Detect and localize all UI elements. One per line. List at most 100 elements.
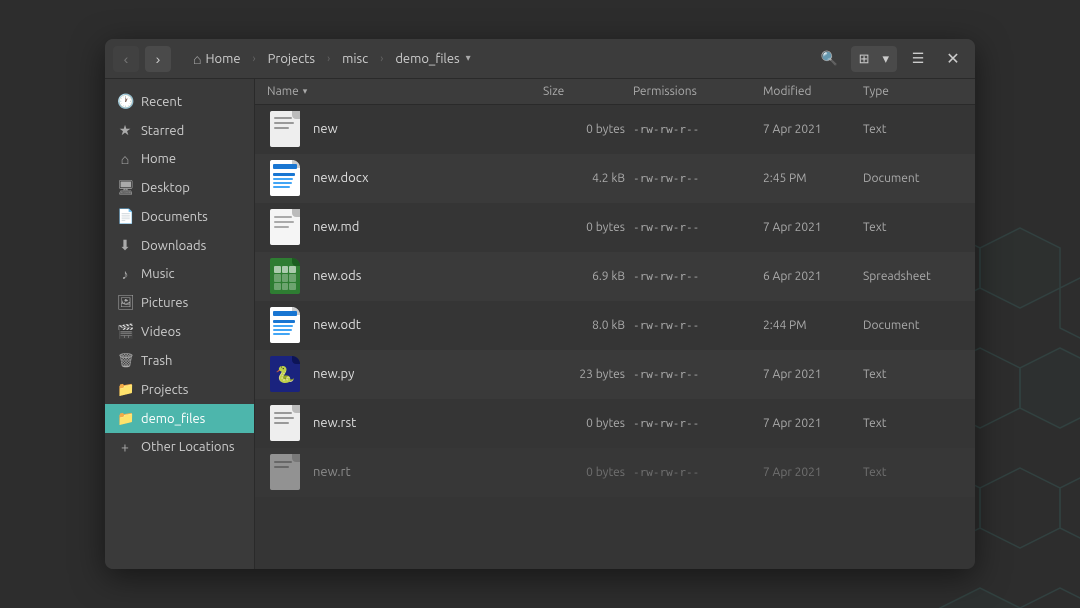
demo-files-icon: 📁	[117, 410, 133, 427]
desktop-icon: 🖥	[117, 179, 133, 196]
back-button[interactable]: ‹	[113, 46, 139, 72]
file-permissions: -rw-rw-r--	[633, 123, 763, 136]
breadcrumb-dropdown-button[interactable]: ▾	[464, 51, 473, 66]
file-name-cell: new	[267, 109, 543, 149]
sidebar-item-trash[interactable]: 🗑 Trash	[105, 346, 254, 375]
sidebar-item-pictures[interactable]: 🖼 Pictures	[105, 288, 254, 317]
breadcrumb-projects[interactable]: Projects	[260, 49, 323, 69]
file-icon-rst2	[267, 452, 303, 492]
file-icon-txt	[267, 109, 303, 149]
table-row[interactable]: new.rt 0 bytes -rw-rw-r-- 7 Apr 2021 Tex…	[255, 448, 975, 497]
table-row[interactable]: new.docx 4.2 kB -rw-rw-r-- 2:45 PM Docum…	[255, 154, 975, 203]
starred-icon: ★	[117, 122, 133, 139]
breadcrumb-misc[interactable]: misc	[334, 49, 376, 69]
grid-view-button[interactable]: ⊞	[853, 48, 876, 70]
file-icon-py: 🐍	[267, 354, 303, 394]
python-icon: 🐍	[275, 365, 295, 384]
close-button[interactable]: ✕	[939, 45, 967, 73]
sidebar-item-recent[interactable]: 🕐 Recent	[105, 87, 254, 116]
file-type: Text	[863, 221, 963, 234]
file-size: 8.0 kB	[543, 319, 633, 332]
file-size: 0 bytes	[543, 466, 633, 479]
sidebar-item-label: Downloads	[141, 239, 206, 253]
home-icon: ⌂	[193, 51, 201, 67]
file-modified: 7 Apr 2021	[763, 368, 863, 381]
table-row[interactable]: new.odt 8.0 kB -rw-rw-r-- 2:44 PM Docume…	[255, 301, 975, 350]
file-area: Name ▾ Size Permissions Modified Type	[255, 79, 975, 569]
file-name: new	[313, 122, 338, 136]
sidebar-item-label: Desktop	[141, 181, 190, 195]
header-type[interactable]: Type	[863, 85, 963, 98]
file-table-header: Name ▾ Size Permissions Modified Type	[255, 79, 975, 105]
sidebar-item-label: Documents	[141, 210, 208, 224]
sidebar-item-videos[interactable]: 🎬 Videos	[105, 317, 254, 346]
breadcrumb-sep-3: ›	[380, 53, 383, 65]
sidebar-item-label: Other Locations	[141, 440, 235, 454]
breadcrumb-home-label: Home	[205, 52, 240, 66]
table-row[interactable]: new.rst 0 bytes -rw-rw-r-- 7 Apr 2021 Te…	[255, 399, 975, 448]
table-row[interactable]: new.md 0 bytes -rw-rw-r-- 7 Apr 2021 Tex…	[255, 203, 975, 252]
videos-icon: 🎬	[117, 323, 133, 340]
file-name: new.py	[313, 367, 354, 381]
search-icon: 🔍	[821, 50, 838, 67]
file-name: new.md	[313, 220, 359, 234]
header-modified[interactable]: Modified	[763, 85, 863, 98]
breadcrumb-projects-label: Projects	[268, 52, 315, 66]
file-icon-odt	[267, 305, 303, 345]
file-name: new.ods	[313, 269, 361, 283]
file-manager-window: ‹ › ⌂ Home › Projects › misc › demo_file…	[105, 39, 975, 569]
header-size[interactable]: Size	[543, 85, 633, 98]
file-type: Spreadsheet	[863, 270, 963, 283]
table-row[interactable]: 🐍 new.py 23 bytes -rw-rw-r-- 7 Apr 2021 …	[255, 350, 975, 399]
file-modified: 2:45 PM	[763, 172, 863, 185]
file-permissions: -rw-rw-r--	[633, 417, 763, 430]
breadcrumb-sep-1: ›	[253, 53, 256, 65]
table-row[interactable]: new 0 bytes -rw-rw-r-- 7 Apr 2021 Text	[255, 105, 975, 154]
header-name[interactable]: Name ▾	[267, 85, 543, 98]
sidebar-item-downloads[interactable]: ⬇ Downloads	[105, 231, 254, 260]
sidebar-item-label: Trash	[141, 354, 172, 368]
breadcrumb-sep-2: ›	[327, 53, 330, 65]
file-modified: 6 Apr 2021	[763, 270, 863, 283]
hamburger-menu-button[interactable]: ☰	[903, 45, 933, 73]
file-modified: 7 Apr 2021	[763, 417, 863, 430]
forward-button[interactable]: ›	[145, 46, 171, 72]
sidebar-item-projects[interactable]: 📁 Projects	[105, 375, 254, 404]
file-list: new 0 bytes -rw-rw-r-- 7 Apr 2021 Text	[255, 105, 975, 569]
file-size: 0 bytes	[543, 417, 633, 430]
sidebar-item-music[interactable]: ♪ Music	[105, 260, 254, 288]
file-permissions: -rw-rw-r--	[633, 172, 763, 185]
sidebar-item-documents[interactable]: 📄 Documents	[105, 202, 254, 231]
sidebar-item-home[interactable]: ⌂ Home	[105, 145, 254, 173]
breadcrumb-demo-files-label: demo_files	[395, 52, 459, 66]
file-permissions: -rw-rw-r--	[633, 319, 763, 332]
search-button[interactable]: 🔍	[815, 45, 845, 73]
header-permissions[interactable]: Permissions	[633, 85, 763, 98]
breadcrumb-home[interactable]: ⌂ Home	[185, 48, 249, 70]
file-name-cell: new.ods	[267, 256, 543, 296]
breadcrumb-demo-files[interactable]: demo_files ▾	[387, 48, 480, 69]
pictures-icon: 🖼	[117, 294, 133, 311]
file-type: Text	[863, 417, 963, 430]
file-name-cell: new.md	[267, 207, 543, 247]
titlebar: ‹ › ⌂ Home › Projects › misc › demo_file…	[105, 39, 975, 79]
table-row[interactable]: new.ods 6.9 kB -rw-rw-r-- 6 Apr 2021 Spr…	[255, 252, 975, 301]
sidebar-item-starred[interactable]: ★ Starred	[105, 116, 254, 145]
sidebar-item-other-locations[interactable]: + Other Locations	[105, 433, 254, 461]
breadcrumb: ⌂ Home › Projects › misc › demo_files ▾	[177, 48, 809, 70]
file-icon-rst	[267, 403, 303, 443]
sidebar-item-label: Recent	[141, 95, 182, 109]
sidebar-item-demo-files[interactable]: 📁 demo_files	[105, 404, 254, 433]
sidebar-item-desktop[interactable]: 🖥 Desktop	[105, 173, 254, 202]
file-name-cell: new.odt	[267, 305, 543, 345]
other-locations-icon: +	[117, 439, 133, 455]
view-dropdown-button[interactable]: ▾	[876, 48, 895, 70]
file-modified: 7 Apr 2021	[763, 123, 863, 136]
file-name-cell: new.rst	[267, 403, 543, 443]
sidebar: 🕐 Recent ★ Starred ⌂ Home 🖥 Desktop 📄 Do…	[105, 79, 255, 569]
sidebar-item-label: Projects	[141, 383, 188, 397]
breadcrumb-misc-label: misc	[342, 52, 368, 66]
file-size: 6.9 kB	[543, 270, 633, 283]
file-type: Text	[863, 368, 963, 381]
file-modified: 2:44 PM	[763, 319, 863, 332]
